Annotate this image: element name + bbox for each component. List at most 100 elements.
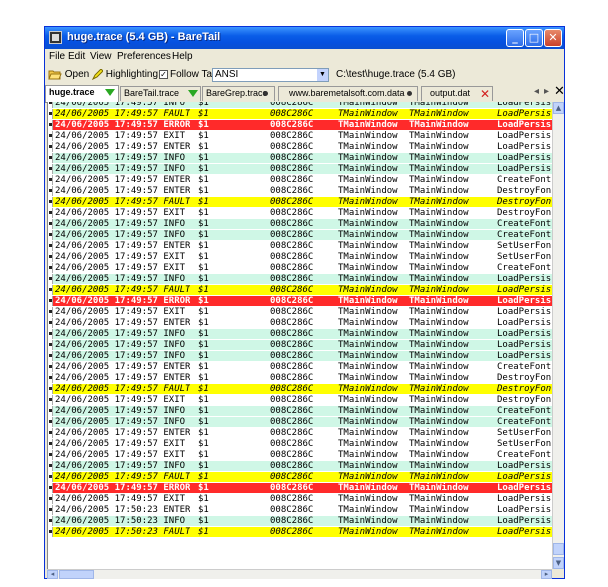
app-icon[interactable] [49,31,62,44]
bookmark-marker[interactable] [48,208,53,218]
bookmark-marker[interactable] [48,219,53,229]
tab-baretail-trace[interactable]: BareTail.trace [120,86,201,101]
minimize-button[interactable]: _ [506,29,524,47]
bookmark-marker[interactable] [48,318,53,328]
log-row[interactable]: 24/06/2005 17:49:57 INFO $1 008C286C TMainW… [48,340,553,350]
bookmark-marker[interactable] [48,120,53,130]
tab-output-dat[interactable]: output.dat ✕ [421,86,493,101]
log-row[interactable]: 24/06/2005 17:49:57 ENTER $1 008C286C TMain… [48,142,553,152]
vertical-scroll-thumb[interactable] [553,543,564,555]
log-row[interactable]: 24/06/2005 17:49:57 ENTER $1 008C286C TMain… [48,428,553,438]
scroll-right-icon[interactable]: ▸ [541,570,552,579]
bookmark-marker[interactable] [48,362,53,372]
log-row[interactable]: 24/06/2005 17:49:57 FAULT $1 008C286C TMain… [48,472,553,482]
log-row[interactable]: 24/06/2005 17:49:57 ERROR $1 008C286C TMain… [48,296,553,306]
log-row[interactable]: 24/06/2005 17:49:57 INFO $1 008C286C TMainW… [48,406,553,416]
bookmark-marker[interactable] [48,274,53,284]
log-row[interactable]: 24/06/2005 17:49:57 FAULT $1 008C286C TMain… [48,285,553,295]
bookmark-marker[interactable] [48,329,53,339]
bookmark-marker[interactable] [48,252,53,262]
maximize-button[interactable]: □ [525,29,543,47]
bookmark-marker[interactable] [48,428,53,438]
highlighting-button[interactable]: Highlighting [91,69,158,80]
log-row[interactable]: 24/06/2005 17:49:57 ENTER $1 008C286C TMain… [48,186,553,196]
bookmark-marker[interactable] [48,109,53,119]
log-row[interactable]: 24/06/2005 17:49:57 EXIT $1 008C286C TMainW… [48,395,553,405]
bookmark-marker[interactable] [48,153,53,163]
bookmark-marker[interactable] [48,417,53,427]
bookmark-marker[interactable] [48,197,53,207]
scroll-left-icon[interactable]: ◂ [47,570,58,579]
bookmark-marker[interactable] [48,340,53,350]
log-row[interactable]: 24/06/2005 17:49:57 INFO $1 008C286C TMainW… [48,274,553,284]
tab-scroll-right-icon[interactable]: ▸ [544,86,549,97]
bookmark-marker[interactable] [48,241,53,251]
log-row[interactable]: 24/06/2005 17:49:57 EXIT $1 008C286C TMainW… [48,439,553,449]
bookmark-marker[interactable] [48,439,53,449]
tab-huge-trace[interactable]: huge.trace [45,85,119,102]
menu-help[interactable]: Help [172,51,193,62]
bookmark-marker[interactable] [48,395,53,405]
log-row[interactable]: 24/06/2005 17:49:57 EXIT $1 008C286C TMainW… [48,450,553,460]
log-row[interactable]: 24/06/2005 17:49:57 INFO $1 008C286C TMainW… [48,102,553,108]
bookmark-marker[interactable] [48,450,53,460]
bookmark-marker[interactable] [48,494,53,504]
bookmark-marker[interactable] [48,263,53,273]
log-row[interactable]: 24/06/2005 17:49:57 INFO $1 008C286C TMainW… [48,329,553,339]
bookmark-marker[interactable] [48,483,53,493]
log-row[interactable]: 24/06/2005 17:49:57 ENTER $1 008C286C TMain… [48,241,553,251]
log-row[interactable]: 24/06/2005 17:49:57 INFO $1 008C286C TMainW… [48,219,553,229]
log-row[interactable]: 24/06/2005 17:49:57 INFO $1 008C286C TMainW… [48,417,553,427]
menu-edit[interactable]: Edit [68,51,85,62]
encoding-select[interactable]: ANSI ▼ [212,68,329,82]
log-row[interactable]: 24/06/2005 17:49:57 EXIT $1 008C286C TMainW… [48,307,553,317]
bookmark-marker[interactable] [48,102,53,108]
scroll-up-icon[interactable]: ▲ [553,102,564,114]
bookmark-marker[interactable] [48,527,53,537]
log-row[interactable]: 24/06/2005 17:50:23 INFO $1 008C286C TMainW… [48,516,553,526]
log-row[interactable]: 24/06/2005 17:49:57 ENTER $1 008C286C TMain… [48,318,553,328]
bookmark-marker[interactable] [48,351,53,361]
tab-baremetalsoft-data[interactable]: www.baremetalsoft.com.data [278,86,418,101]
menu-view[interactable]: View [90,51,112,62]
bookmark-marker[interactable] [48,285,53,295]
log-row[interactable]: 24/06/2005 17:50:23 FAULT $1 008C286C TMain… [48,527,553,537]
bookmark-marker[interactable] [48,516,53,526]
bookmark-marker[interactable] [48,142,53,152]
log-row[interactable]: 24/06/2005 17:49:57 ENTER $1 008C286C TMain… [48,175,553,185]
bookmark-marker[interactable] [48,230,53,240]
log-row[interactable]: 24/06/2005 17:49:57 FAULT $1 008C286C TMain… [48,109,553,119]
bookmark-marker[interactable] [48,164,53,174]
log-row[interactable]: 24/06/2005 17:49:57 INFO $1 008C286C TMainW… [48,461,553,471]
bookmark-marker[interactable] [48,131,53,141]
log-row[interactable]: 24/06/2005 17:50:23 ENTER $1 008C286C TMain… [48,505,553,515]
log-row[interactable]: 24/06/2005 17:49:57 INFO $1 008C286C TMainW… [48,164,553,174]
chevron-down-icon[interactable]: ▼ [317,69,328,81]
close-button[interactable]: ✕ [544,29,562,47]
close-all-tabs-icon[interactable]: ✕ [554,84,565,99]
log-row[interactable]: 24/06/2005 17:49:57 INFO $1 008C286C TMainW… [48,153,553,163]
log-row[interactable]: 24/06/2005 17:49:57 ENTER $1 008C286C TMain… [48,373,553,383]
log-row[interactable]: 24/06/2005 17:49:57 ENTER $1 008C286C TMain… [48,362,553,372]
bookmark-marker[interactable] [48,472,53,482]
log-row[interactable]: 24/06/2005 17:49:57 EXIT $1 008C286C TMainW… [48,263,553,273]
menu-preferences[interactable]: Preferences [117,51,171,62]
open-button[interactable]: Open [48,69,89,80]
log-row[interactable]: 24/06/2005 17:49:57 EXIT $1 008C286C TMainW… [48,208,553,218]
log-row[interactable]: 24/06/2005 17:49:57 FAULT $1 008C286C TMain… [48,197,553,207]
horizontal-scroll-thumb[interactable] [59,570,94,579]
bookmark-marker[interactable] [48,505,53,515]
bookmark-marker[interactable] [48,373,53,383]
follow-tail-label[interactable]: Follow Tail [170,69,217,80]
horizontal-scrollbar[interactable]: ◂ ▸ [47,569,552,579]
title-bar[interactable]: huge.trace (5.4 GB) - BareTail _ □ ✕ [45,27,564,49]
follow-tail-checkbox[interactable]: ✓ [159,70,168,79]
bookmark-marker[interactable] [48,186,53,196]
log-row[interactable]: 24/06/2005 17:49:57 EXIT $1 008C286C TMainW… [48,131,553,141]
log-row[interactable]: 24/06/2005 17:49:57 ERROR $1 008C286C TMain… [48,483,553,493]
vertical-scrollbar[interactable]: ▲ ▼ [552,102,564,569]
bookmark-marker[interactable] [48,461,53,471]
log-view[interactable]: 24/06/2005 17:49:57 INFO $1 008C286C TMainW… [47,102,553,569]
log-row[interactable]: 24/06/2005 17:49:57 INFO $1 008C286C TMainW… [48,230,553,240]
bookmark-marker[interactable] [48,175,53,185]
